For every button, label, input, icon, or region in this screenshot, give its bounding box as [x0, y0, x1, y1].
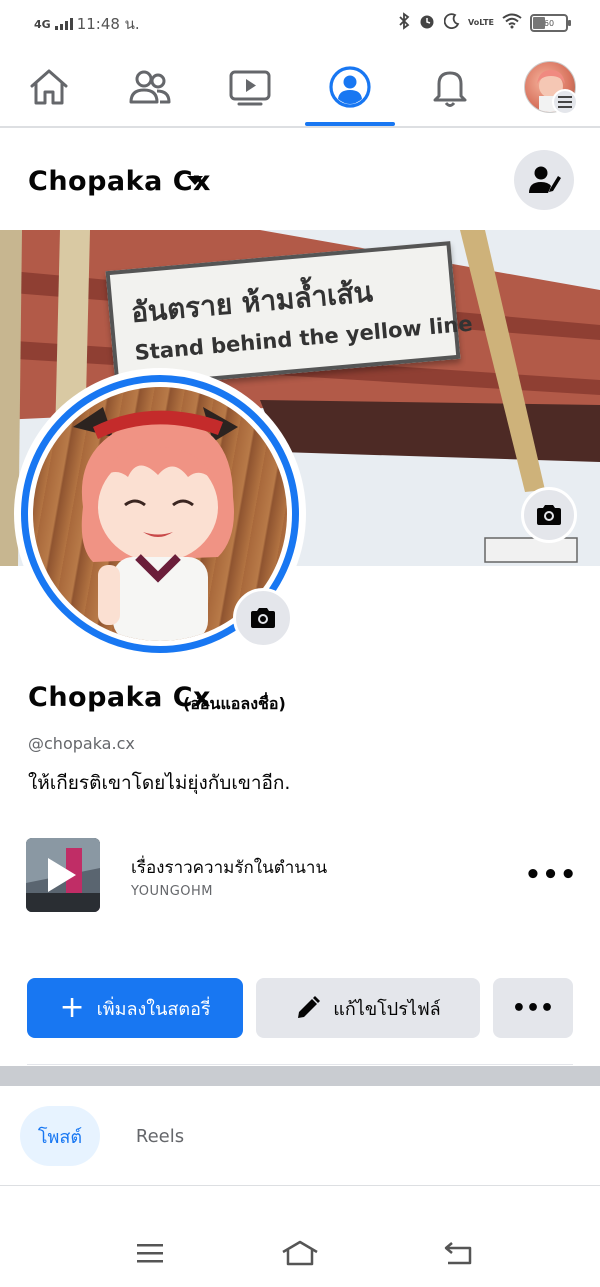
plus-icon: + — [59, 990, 85, 1025]
tab-watch[interactable] — [205, 48, 295, 126]
wifi-icon — [502, 13, 522, 33]
content-tabs: โพสต์ Reels — [0, 1086, 600, 1186]
menu-icon[interactable] — [552, 89, 578, 115]
volte-indicator: VoLTE — [468, 18, 494, 27]
section-separator — [0, 1066, 600, 1086]
tab-posts[interactable]: โพสต์ — [20, 1106, 100, 1166]
edit-profile-label: แก้ไขโปรไฟล์ — [333, 998, 441, 1020]
header-profile-name[interactable]: Chopaka Cx — [28, 166, 211, 197]
tab-profile[interactable] — [305, 48, 395, 126]
menu-icon — [137, 1244, 163, 1263]
status-right: VoLTE 60 — [398, 12, 571, 34]
user-edit-icon — [529, 166, 561, 193]
tab-friends[interactable] — [105, 48, 195, 126]
system-navigation — [0, 1214, 600, 1287]
tab-reels[interactable]: Reels — [120, 1106, 200, 1166]
profile-alternate-name: (อ่อนแอลงชื่อ) — [183, 694, 286, 713]
divider — [27, 1064, 573, 1065]
music-title: เรื่องราวความรักในตำนาน — [131, 858, 328, 878]
add-to-story-button[interactable]: + เพิ่มลงในสตอรี่ — [27, 978, 243, 1038]
profile-icon — [329, 66, 371, 108]
profile-music[interactable]: เรื่องราวความรักในตำนาน YOUNGOHM ••• — [26, 838, 576, 914]
home-icon — [30, 69, 68, 105]
more-options-icon[interactable]: ••• — [525, 860, 577, 890]
status-left: 4G 11:48 น. — [34, 12, 140, 36]
music-cover-art[interactable] — [26, 838, 100, 912]
caret-down-icon[interactable] — [187, 176, 203, 185]
notifications-icon — [433, 71, 467, 107]
tab-notifications[interactable] — [405, 48, 495, 126]
edit-profile-button[interactable]: แก้ไขโปรไฟล์ — [256, 978, 480, 1038]
status-time: 11:48 น. — [76, 15, 140, 33]
system-back-button[interactable] — [437, 1236, 477, 1270]
camera-icon — [537, 505, 561, 525]
profile-more-button[interactable]: ••• — [493, 978, 573, 1038]
system-menu-button[interactable] — [130, 1236, 170, 1270]
friends-icon — [129, 70, 171, 104]
music-artist: YOUNGOHM — [131, 884, 213, 899]
watch-icon — [229, 70, 271, 106]
network-type: 4G — [34, 17, 51, 31]
battery-level: 60 — [543, 18, 555, 28]
status-bar: 4G 11:48 น. VoLTE 60 — [0, 0, 600, 46]
back-icon — [444, 1242, 472, 1265]
battery-icon: 60 — [530, 14, 571, 32]
bluetooth-icon — [398, 12, 410, 34]
edit-profile-picture-button[interactable] — [233, 588, 293, 648]
profile-bio: ให้เกียรติเขาโดยไม่ยุ่งกับเขาอีก. — [28, 772, 291, 794]
profile-settings-button[interactable] — [514, 150, 574, 210]
profile-username: @chopaka.cx — [28, 734, 135, 753]
signal-icon — [54, 18, 73, 30]
edit-cover-button[interactable] — [521, 487, 577, 543]
home-icon — [282, 1240, 318, 1266]
camera-icon — [251, 608, 275, 628]
system-home-button[interactable] — [280, 1236, 320, 1270]
do-not-disturb-icon — [443, 13, 460, 33]
tab-home[interactable] — [4, 48, 94, 126]
profile-header: Chopaka Cx — [0, 130, 600, 230]
play-icon — [48, 858, 76, 892]
pencil-icon — [298, 996, 321, 1018]
alarm-icon — [418, 12, 436, 34]
top-navigation — [0, 48, 600, 128]
add-to-story-label: เพิ่มลงในสตอรี่ — [96, 998, 211, 1020]
